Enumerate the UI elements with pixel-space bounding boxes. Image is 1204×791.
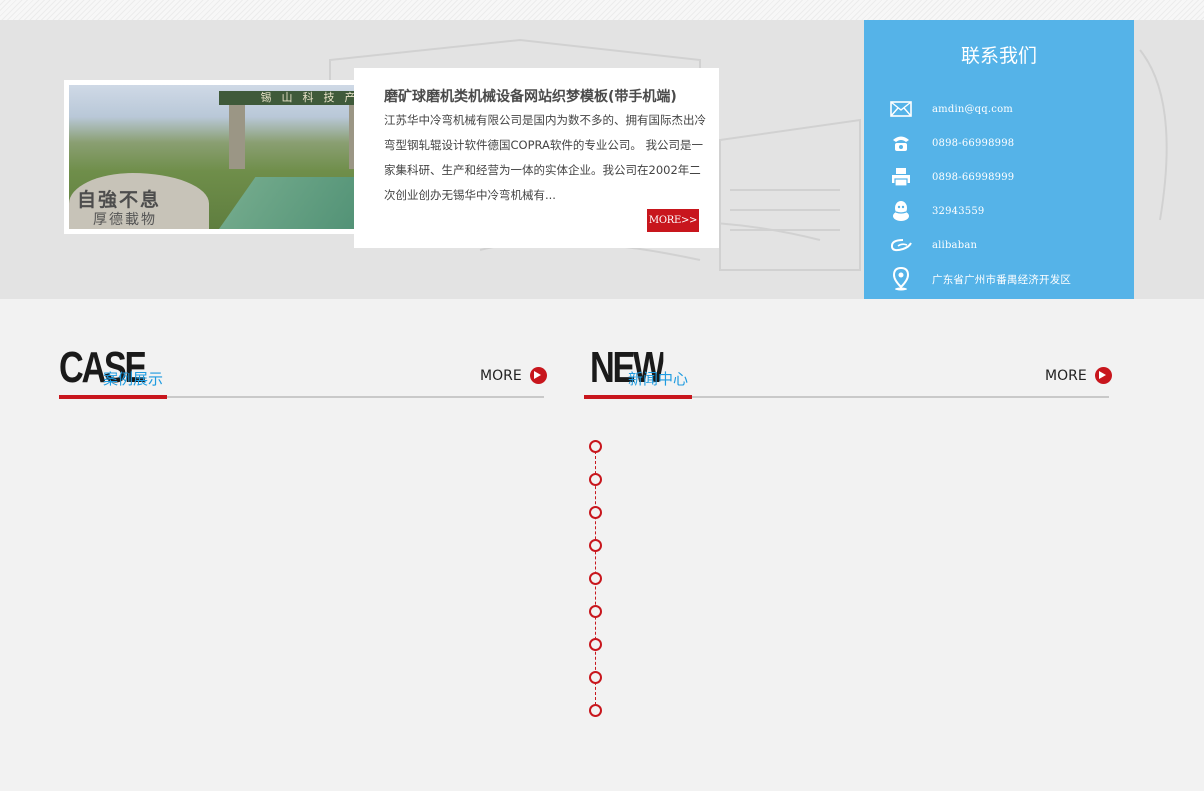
- about-card: 磨矿球磨机类机械设备网站织梦模板(带手机端) 江苏华中冷弯机械有限公司是国内为数…: [354, 68, 719, 248]
- phone-icon: [888, 130, 914, 156]
- contact-item-address: 广东省广州市番禺经济开发区: [888, 262, 1071, 296]
- alibaba-icon: [888, 232, 914, 258]
- mail-icon: [888, 96, 914, 122]
- contact-list: amdin@qq.com 0898-66998998 0898-66998999…: [888, 92, 1071, 296]
- contact-address: 广东省广州市番禺经济开发区: [932, 273, 1072, 286]
- news-more-label: MORE: [1045, 367, 1087, 384]
- contact-item-email: amdin@qq.com: [888, 92, 1071, 126]
- rock-inscription-line2: 厚德載物: [93, 212, 157, 228]
- about-more-button[interactable]: MORE>>: [647, 209, 699, 232]
- arrow-right-icon: [529, 367, 547, 384]
- timeline-dot: [589, 605, 602, 618]
- case-header-underline: [59, 395, 167, 399]
- news-timeline: [589, 440, 603, 720]
- contact-item-qq: 32943559: [888, 194, 1071, 228]
- rock-inscription-line1: 自強不息: [77, 189, 162, 211]
- timeline-dot: [589, 473, 602, 486]
- arrow-right-icon: [1094, 367, 1112, 384]
- gate-structure: 锡山科技产业园: [149, 91, 371, 177]
- timeline-dot: [589, 440, 602, 453]
- contact-item-alibaba: alibaban: [888, 228, 1071, 262]
- green-path: [219, 177, 371, 229]
- timeline-dot: [589, 638, 602, 651]
- contact-title: 联系我们: [960, 45, 1037, 67]
- contact-item-phone: 0898-66998998: [888, 126, 1071, 160]
- contact-fax: 0898-66998999: [932, 171, 1015, 183]
- about-photo[interactable]: 锡山科技产业园 自強不息 厚德載物: [64, 80, 376, 234]
- case-more-label: MORE: [480, 367, 522, 384]
- contact-phone: 0898-66998998: [932, 137, 1015, 149]
- news-section-header: NEW 新闻中心 MORE: [584, 343, 1112, 400]
- timeline-dot: [589, 671, 602, 684]
- news-more-link[interactable]: MORE: [1045, 367, 1112, 384]
- fax-icon: [888, 164, 914, 190]
- about-description: 江苏华中冷弯机械有限公司是国内为数不多的、拥有国际杰出冷弯型钢轧辊设计软件德国C…: [384, 113, 706, 202]
- case-more-link[interactable]: MORE: [480, 367, 547, 384]
- timeline-dot: [589, 704, 602, 717]
- contact-alibaba[interactable]: alibaban: [932, 240, 977, 251]
- about-title[interactable]: 磨矿球磨机类机械设备网站织梦模板(带手机端): [384, 86, 677, 106]
- top-stripe: [0, 0, 1204, 20]
- contact-email[interactable]: amdin@qq.com: [932, 104, 1013, 115]
- location-icon: [888, 266, 914, 292]
- gate-sign: 锡山科技产业园: [219, 91, 371, 105]
- case-section-header: CASE 案例展示 MORE: [59, 343, 547, 400]
- timeline-dot: [589, 506, 602, 519]
- case-section-title: 案例展示: [103, 370, 164, 388]
- gate-pillar: [229, 105, 245, 169]
- company-gate-image: 锡山科技产业园 自強不息 厚德載物: [69, 85, 371, 229]
- news-header-underline: [584, 395, 692, 399]
- news-section-title: 新闻中心: [628, 370, 689, 388]
- contact-item-fax: 0898-66998999: [888, 160, 1071, 194]
- contact-qq: 32943559: [932, 205, 985, 217]
- qq-icon: [888, 198, 914, 224]
- contact-panel: 联系我们 amdin@qq.com 0898-66998998 0898-669…: [864, 20, 1134, 299]
- timeline-dot: [589, 572, 602, 585]
- timeline-dot: [589, 539, 602, 552]
